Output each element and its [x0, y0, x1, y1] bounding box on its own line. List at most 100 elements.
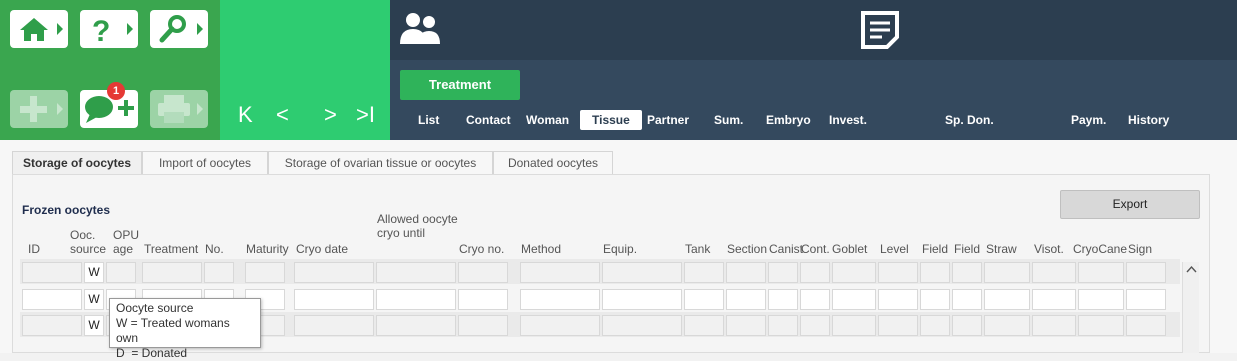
cell-straw[interactable] [984, 315, 1030, 336]
new-message-button[interactable]: 1 [80, 82, 138, 128]
cell-field-1[interactable] [920, 262, 950, 283]
cell-level[interactable] [878, 315, 918, 336]
tab-list[interactable]: List [418, 110, 439, 130]
cell-sign[interactable] [1126, 289, 1166, 310]
cell-sign[interactable] [1126, 262, 1166, 283]
cell-allowed-until[interactable] [376, 289, 456, 310]
cell-field-1[interactable] [920, 315, 950, 336]
col-header-visot: Visot. [1034, 242, 1064, 256]
cell-cryo-date[interactable] [294, 262, 374, 283]
cell-container[interactable] [800, 315, 830, 336]
cell-section[interactable] [726, 262, 766, 283]
tooltip-title: Oocyte source [116, 301, 194, 315]
cell-field-2[interactable] [952, 289, 982, 310]
header-top [390, 0, 1237, 60]
cell-id[interactable] [22, 315, 82, 336]
cell-id[interactable] [22, 262, 82, 283]
cell-cryo-no[interactable] [458, 315, 508, 336]
cell-level[interactable] [878, 262, 918, 283]
cell-treatment[interactable] [142, 262, 202, 283]
col-header-ooc-source: Ooc. source [70, 228, 107, 256]
add-button[interactable] [10, 90, 68, 128]
tab-summary[interactable]: Sum. [714, 110, 743, 130]
cell-tank[interactable] [684, 262, 724, 283]
cell-visot[interactable] [1032, 315, 1076, 336]
cell-field-2[interactable] [952, 262, 982, 283]
tab-sperm-donor[interactable]: Sp. Don. [945, 110, 994, 130]
table-row[interactable]: W [20, 259, 1180, 284]
cell-ooc-source[interactable]: W [84, 315, 104, 336]
search-button[interactable] [150, 10, 208, 48]
cell-container[interactable] [800, 262, 830, 283]
subtab-donated-oocytes[interactable]: Donated oocytes [493, 151, 613, 174]
next-record-button[interactable]: > [324, 104, 337, 126]
col-header-treatment: Treatment [144, 242, 199, 256]
first-record-button[interactable]: K [238, 104, 253, 126]
previous-record-button[interactable]: < [276, 104, 289, 126]
cell-visot[interactable] [1032, 262, 1076, 283]
col-header-equip: Equip. [603, 242, 638, 256]
chevron-up-icon[interactable] [1183, 262, 1200, 276]
cell-cryo-date[interactable] [294, 315, 374, 336]
vertical-scrollbar[interactable] [1182, 262, 1199, 353]
cell-ooc-source[interactable]: W [84, 289, 104, 310]
cell-tank[interactable] [684, 289, 724, 310]
cell-allowed-until[interactable] [376, 262, 456, 283]
patients-icon[interactable] [400, 10, 442, 48]
tab-woman[interactable]: Woman [526, 110, 569, 130]
tab-payment[interactable]: Paym. [1071, 110, 1106, 130]
subtab-import-of-oocytes[interactable]: Import of oocytes [142, 151, 268, 174]
cell-maturity[interactable] [245, 262, 285, 283]
cell-straw[interactable] [984, 262, 1030, 283]
tab-contact[interactable]: Contact [466, 110, 511, 130]
cell-allowed-until[interactable] [376, 315, 456, 336]
cell-section[interactable] [726, 289, 766, 310]
cell-method[interactable] [520, 315, 600, 336]
print-button[interactable] [150, 90, 208, 128]
cell-goblet[interactable] [832, 262, 876, 283]
cell-equip[interactable] [602, 289, 682, 310]
cell-id[interactable] [22, 289, 82, 310]
notes-icon[interactable] [860, 10, 900, 50]
cell-cryocane[interactable] [1078, 315, 1124, 336]
treatment-button[interactable]: Treatment [400, 70, 520, 100]
cell-tank[interactable] [684, 315, 724, 336]
tab-tissue[interactable]: Tissue [580, 110, 642, 130]
cell-no[interactable] [204, 262, 234, 283]
last-record-button[interactable]: >I [356, 104, 375, 126]
cell-goblet[interactable] [832, 289, 876, 310]
cell-canister[interactable] [768, 315, 798, 336]
tab-investigation[interactable]: Invest. [829, 110, 867, 130]
tab-embryo[interactable]: Embryo [766, 110, 811, 130]
tab-history[interactable]: History [1128, 110, 1169, 130]
cell-cryocane[interactable] [1078, 262, 1124, 283]
subtab-storage-of-oocytes[interactable]: Storage of oocytes [12, 151, 142, 174]
cell-equip[interactable] [602, 262, 682, 283]
cell-canister[interactable] [768, 289, 798, 310]
cell-method[interactable] [520, 289, 600, 310]
cell-cryo-no[interactable] [458, 262, 508, 283]
cell-straw[interactable] [984, 289, 1030, 310]
cell-goblet[interactable] [832, 315, 876, 336]
oocyte-source-tooltip: Oocyte source W = Treated womans own D =… [109, 298, 261, 360]
cell-method[interactable] [520, 262, 600, 283]
help-button[interactable]: ? [80, 10, 138, 48]
cell-visot[interactable] [1032, 289, 1076, 310]
cell-section[interactable] [726, 315, 766, 336]
tab-partner[interactable]: Partner [647, 110, 689, 130]
cell-container[interactable] [800, 289, 830, 310]
cell-level[interactable] [878, 289, 918, 310]
subtab-storage-ovarian-tissue[interactable]: Storage of ovarian tissue or oocytes [268, 151, 493, 174]
cell-cryo-date[interactable] [294, 289, 374, 310]
export-button[interactable]: Export [1060, 190, 1200, 219]
cell-field-1[interactable] [920, 289, 950, 310]
cell-sign[interactable] [1126, 315, 1166, 336]
cell-canister[interactable] [768, 262, 798, 283]
cell-opu-age[interactable] [106, 262, 136, 283]
home-button[interactable] [10, 10, 68, 48]
cell-cryocane[interactable] [1078, 289, 1124, 310]
cell-equip[interactable] [602, 315, 682, 336]
cell-ooc-source[interactable]: W [84, 262, 104, 283]
cell-field-2[interactable] [952, 315, 982, 336]
cell-cryo-no[interactable] [458, 289, 508, 310]
